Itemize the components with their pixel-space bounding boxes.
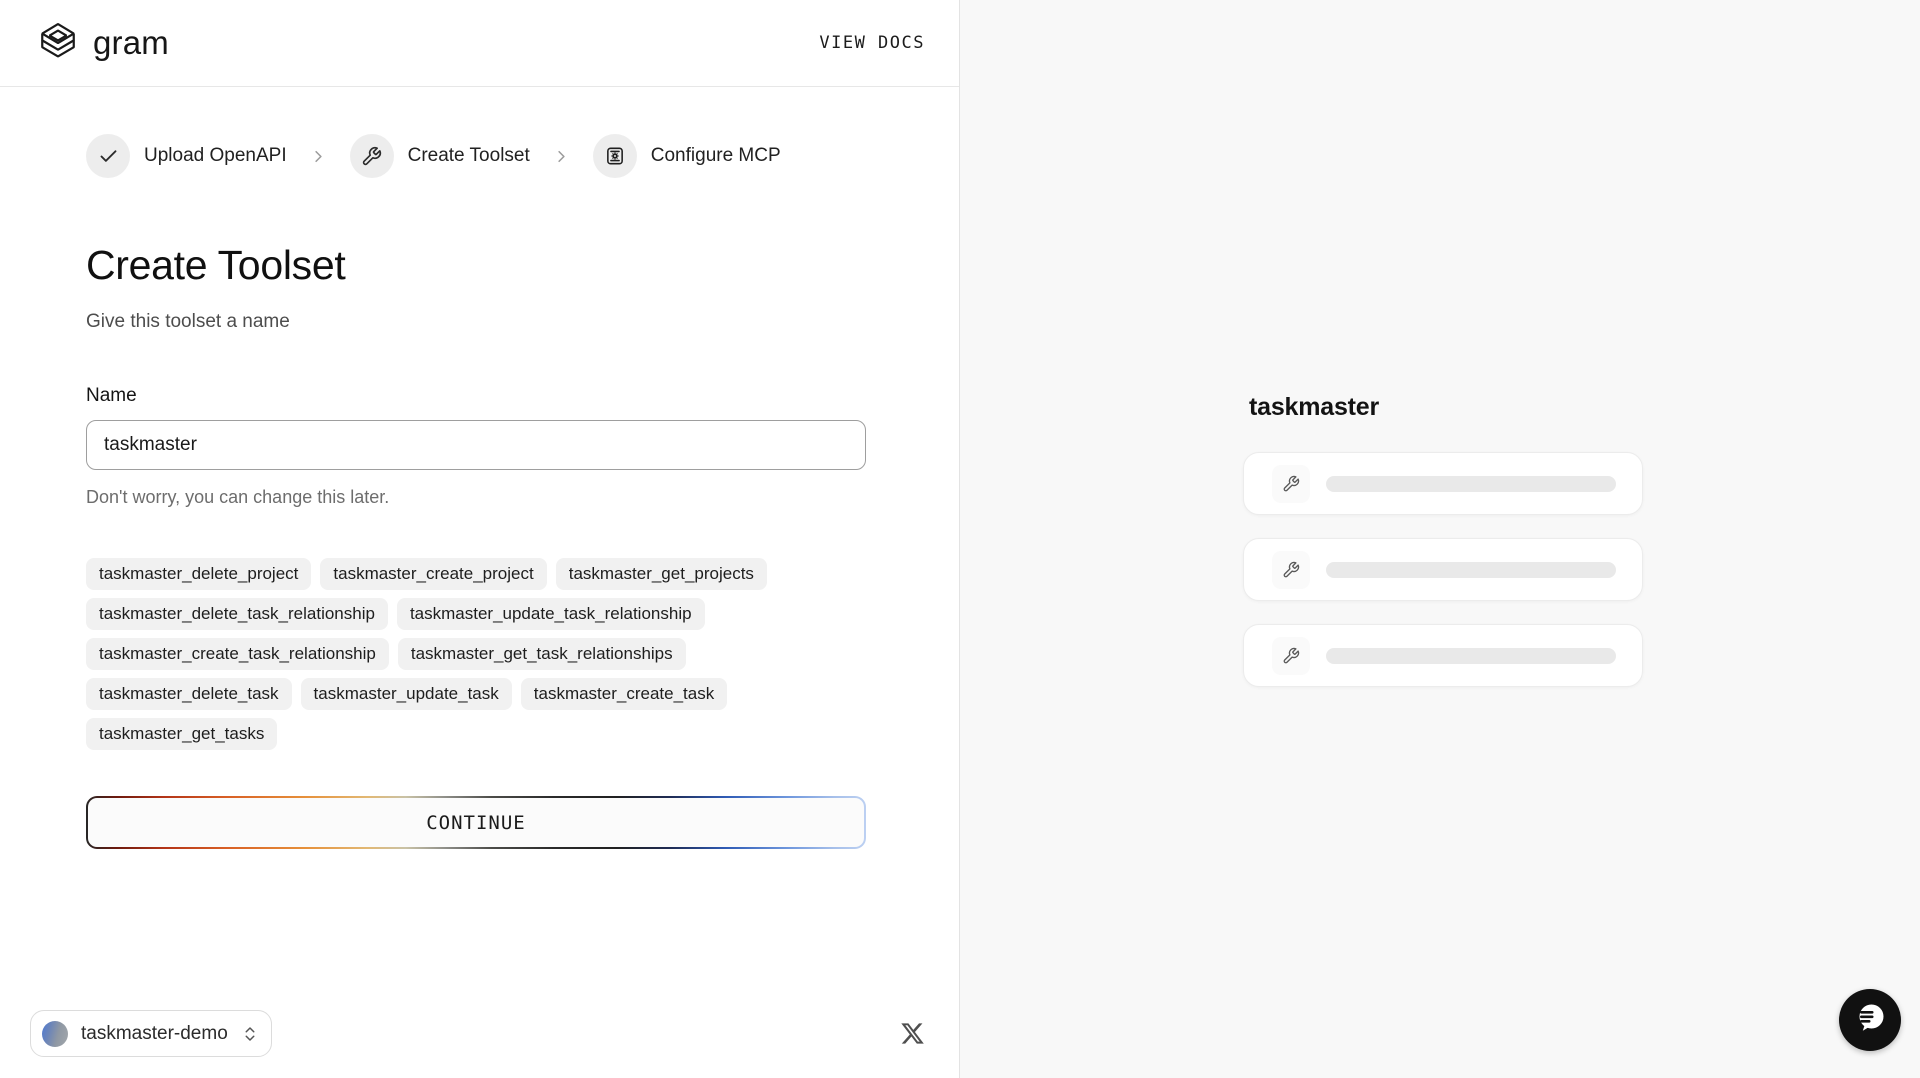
header: gram VIEW DOCS (0, 0, 959, 87)
step-create-toolset[interactable]: Create Toolset (350, 134, 530, 178)
tool-chip: taskmaster_delete_task_relationship (86, 598, 388, 630)
skeleton-text-bar (1326, 648, 1616, 664)
skeleton-text-bar (1326, 562, 1616, 578)
tool-chip: taskmaster_create_project (320, 558, 546, 590)
step-upload-openapi[interactable]: Upload OpenAPI (86, 134, 287, 178)
preview-toolset-title: taskmaster (1249, 393, 1379, 422)
logo-wordmark: gram (93, 24, 169, 62)
page-title: Create Toolset (86, 242, 873, 289)
tool-chip: taskmaster_update_task_relationship (397, 598, 705, 630)
left-footer: taskmaster-demo (30, 1010, 929, 1057)
tool-chip: taskmaster_get_projects (556, 558, 767, 590)
wrench-icon (1272, 551, 1310, 589)
step-label: Configure MCP (651, 145, 781, 167)
wrench-icon (1272, 637, 1310, 675)
tool-chip: taskmaster_get_tasks (86, 718, 277, 750)
step-label: Create Toolset (408, 145, 530, 167)
wrench-icon (350, 134, 394, 178)
name-field-helper: Don't worry, you can change this later. (86, 487, 873, 508)
chevron-right-icon (552, 147, 571, 166)
tool-card-skeleton (1243, 624, 1643, 687)
skeleton-text-bar (1326, 476, 1616, 492)
check-icon (86, 134, 130, 178)
tool-chip: taskmaster_get_task_relationships (398, 638, 686, 670)
chevrons-up-down-icon (241, 1025, 259, 1043)
tool-card-skeleton (1243, 538, 1643, 601)
mcp-server-icon (593, 134, 637, 178)
chat-fab-button[interactable] (1839, 989, 1901, 1051)
name-field-label: Name (86, 385, 873, 407)
toolset-name-input[interactable] (86, 420, 866, 470)
gram-logo[interactable]: gram (38, 22, 169, 64)
tool-chip: taskmaster_update_task (301, 678, 512, 710)
tool-card-skeleton (1243, 452, 1643, 515)
project-avatar (42, 1021, 68, 1047)
main-content: Upload OpenAPI Create Toolset (0, 87, 959, 1078)
project-selector[interactable]: taskmaster-demo (30, 1010, 272, 1057)
step-configure-mcp[interactable]: Configure MCP (593, 134, 781, 178)
preview-panel: taskmaster (960, 0, 1920, 1078)
chevron-right-icon (309, 147, 328, 166)
continue-button-border: CONTINUE (86, 796, 866, 849)
tool-card-list (1243, 452, 1643, 687)
tool-chip: taskmaster_delete_project (86, 558, 311, 590)
continue-button[interactable]: CONTINUE (88, 798, 864, 847)
wrench-icon (1272, 465, 1310, 503)
project-selector-value: taskmaster-demo (81, 1023, 228, 1045)
chat-bubble-icon (1852, 1000, 1888, 1041)
page-subtitle: Give this toolset a name (86, 311, 873, 333)
left-panel: gram VIEW DOCS Upload OpenAPI (0, 0, 960, 1078)
view-docs-link[interactable]: VIEW DOCS (819, 33, 925, 53)
tool-chip-list: taskmaster_delete_project taskmaster_crea… (86, 558, 876, 750)
tool-chip: taskmaster_delete_task (86, 678, 292, 710)
stepper: Upload OpenAPI Create Toolset (86, 134, 873, 178)
x-twitter-icon[interactable] (900, 1021, 929, 1046)
tool-chip: taskmaster_create_task_relationship (86, 638, 389, 670)
gram-logo-icon (38, 22, 78, 64)
app: gram VIEW DOCS Upload OpenAPI (0, 0, 1920, 1078)
tool-chip: taskmaster_create_task (521, 678, 727, 710)
step-label: Upload OpenAPI (144, 145, 287, 167)
